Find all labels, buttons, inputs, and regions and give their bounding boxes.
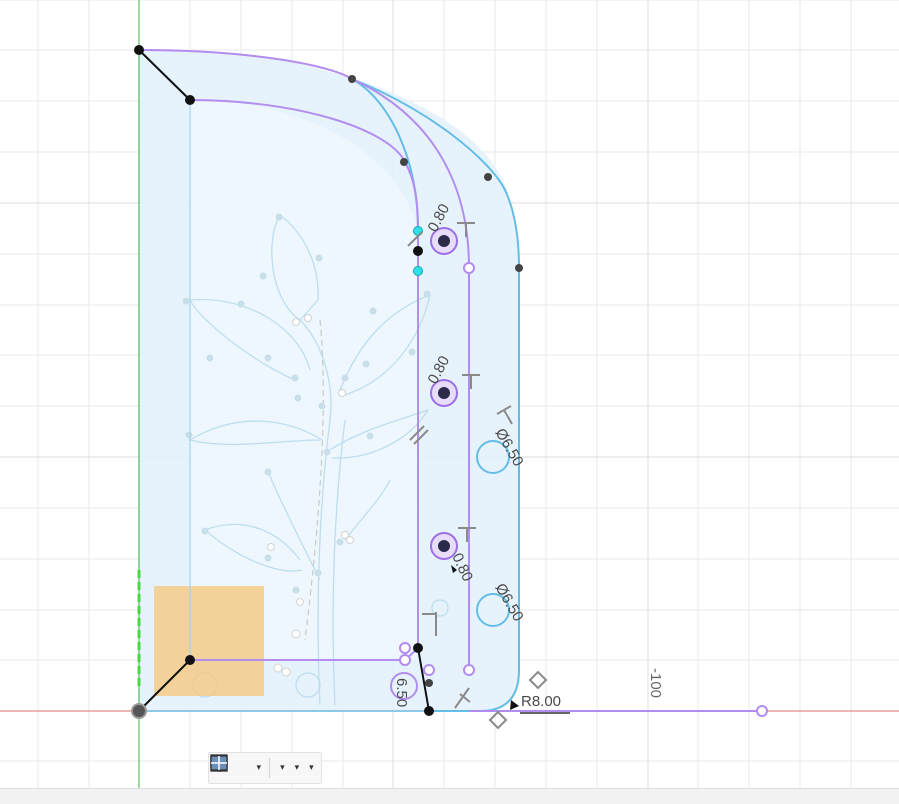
grid-snaps-button[interactable]: ▾	[210, 754, 303, 781]
chevron-down-icon[interactable]: ▾	[280, 763, 285, 773]
line-endpoint[interactable]	[756, 705, 768, 717]
chevron-down-icon[interactable]: ▾	[257, 763, 262, 773]
chevron-down-icon[interactable]: ▾	[309, 763, 314, 773]
origin-point[interactable]	[131, 703, 147, 719]
sketch-canvas[interactable]: R8.00 -100 0.80 0.80 0.80 Ø6.50 Ø6.50 6.…	[0, 0, 899, 790]
toolbar-divider	[269, 758, 271, 778]
viewports-button[interactable]: ▾	[210, 755, 317, 781]
fit-button[interactable]: ▾	[211, 755, 265, 781]
slot-dimension[interactable]: 6.50	[393, 678, 410, 707]
navigation-toolbar: ▾ ▾ ▾ ▾ ▾	[208, 752, 322, 784]
chevron-down-icon[interactable]: ▾	[295, 763, 300, 773]
zoom-button[interactable]	[210, 754, 250, 781]
axis-tick-label: -100	[647, 668, 664, 698]
sketch-svg[interactable]: R8.00 -100 0.80 0.80 0.80 Ø6.50 Ø6.50 6.…	[0, 0, 899, 790]
status-bar	[0, 788, 899, 804]
radius-dimension[interactable]: R8.00	[521, 693, 561, 710]
display-settings-button[interactable]: ▾	[210, 755, 288, 781]
pan-button[interactable]	[214, 755, 242, 781]
radius-arrow	[510, 700, 519, 710]
viewports-icon	[210, 755, 228, 771]
inner-region[interactable]	[190, 100, 417, 660]
